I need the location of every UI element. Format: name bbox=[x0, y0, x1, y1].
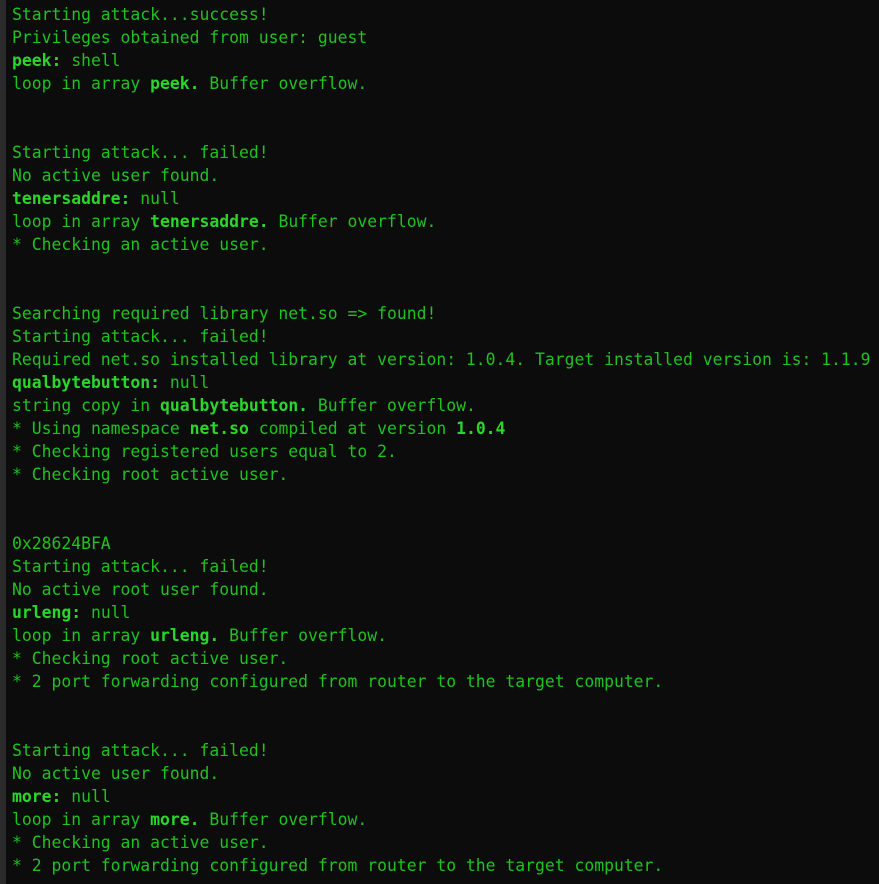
terminal-line: * Using namespace net.so compiled at ver… bbox=[12, 417, 871, 440]
highlighted-text: tenersaddre. bbox=[150, 212, 269, 231]
output-text: compiled at version bbox=[248, 419, 457, 438]
highlighted-text: 1.0.4 bbox=[456, 419, 506, 438]
output-text: * Checking an active user. bbox=[12, 235, 269, 254]
output-text: loop in array bbox=[12, 626, 151, 645]
output-text: string copy in bbox=[12, 396, 161, 415]
output-text: Privileges obtained from user: guest bbox=[12, 28, 368, 47]
terminal-line: string copy in qualbytebutton. Buffer ov… bbox=[12, 394, 871, 417]
terminal-line: Privileges obtained from user: guest bbox=[12, 26, 871, 49]
output-text: * Checking an active user. bbox=[12, 833, 269, 852]
output-text: Buffer overflow. bbox=[199, 810, 368, 829]
output-text: Buffer overflow. bbox=[308, 396, 476, 415]
output-text: loop in array bbox=[12, 212, 151, 231]
terminal-line: * Checking root active user. bbox=[12, 647, 871, 670]
output-text: Searching required library net.so => fou… bbox=[12, 304, 437, 323]
terminal-line: loop in array urleng. Buffer overflow. bbox=[12, 624, 871, 647]
terminal-line: peek: shell bbox=[12, 49, 871, 72]
terminal-gutter bbox=[0, 0, 6, 884]
terminal-line: * Checking an active user. bbox=[12, 233, 871, 256]
terminal-line: 0x28624BFA bbox=[12, 532, 871, 555]
highlighted-text: more: bbox=[12, 787, 62, 806]
highlighted-text: qualbytebutton. bbox=[160, 396, 309, 415]
terminal-line: urleng: null bbox=[12, 601, 871, 624]
terminal-output[interactable]: Starting attack...success! Privileges obt… bbox=[12, 3, 871, 877]
terminal-line: loop in array tenersaddre. Buffer overfl… bbox=[12, 210, 871, 233]
terminal-line: * Checking an active user. bbox=[12, 831, 871, 854]
highlighted-text: urleng. bbox=[150, 626, 220, 645]
terminal-line: No active user found. bbox=[12, 164, 871, 187]
output-text: No active user found. bbox=[12, 166, 220, 185]
output-text: Buffer overflow. bbox=[268, 212, 437, 231]
terminal-line: Starting attack... failed! bbox=[12, 141, 871, 164]
output-text: Starting attack... failed! bbox=[12, 557, 269, 576]
terminal-line: loop in array peek. Buffer overflow. bbox=[12, 72, 871, 95]
output-text: * Checking root active user. bbox=[12, 649, 289, 668]
output-text: Buffer overflow. bbox=[219, 626, 387, 645]
highlighted-text: more. bbox=[150, 810, 200, 829]
terminal-line: No active root user found. bbox=[12, 578, 871, 601]
highlighted-text: net.so bbox=[189, 419, 249, 438]
terminal-line: * Checking registered users equal to 2. bbox=[12, 440, 871, 463]
terminal-line: Starting attack... failed! bbox=[12, 325, 871, 348]
output-text: Required net.so installed library at ver… bbox=[12, 350, 871, 369]
highlighted-text: peek. bbox=[150, 74, 200, 93]
output-text: * 2 port forwarding configured from rout… bbox=[12, 672, 664, 691]
output-text: shell bbox=[61, 51, 121, 70]
output-text: null bbox=[130, 189, 180, 208]
output-text: null bbox=[61, 787, 111, 806]
output-text: null bbox=[81, 603, 131, 622]
terminal-line: tenersaddre: null bbox=[12, 187, 871, 210]
output-text: No active user found. bbox=[12, 764, 220, 783]
output-text: Starting attack... failed! bbox=[12, 143, 269, 162]
highlighted-text: peek: bbox=[12, 51, 62, 70]
output-text: * Checking registered users equal to 2. bbox=[12, 442, 397, 461]
terminal-line: Starting attack... failed! bbox=[12, 555, 871, 578]
terminal-line: * 2 port forwarding configured from rout… bbox=[12, 854, 871, 877]
output-text: Starting attack... failed! bbox=[12, 327, 269, 346]
terminal-line: Starting attack...success! bbox=[12, 3, 871, 26]
output-text: * 2 port forwarding configured from rout… bbox=[12, 856, 664, 875]
output-text: * Checking root active user. bbox=[12, 465, 289, 484]
terminal-line: qualbytebutton: null bbox=[12, 371, 871, 394]
terminal-line: more: null bbox=[12, 785, 871, 808]
output-text: Starting attack... failed! bbox=[12, 741, 269, 760]
output-text: No active root user found. bbox=[12, 580, 269, 599]
highlighted-text: qualbytebutton: bbox=[12, 373, 161, 392]
terminal-line: Required net.so installed library at ver… bbox=[12, 348, 871, 371]
terminal-line: * Checking root active user. bbox=[12, 463, 871, 486]
output-text: 0x28624BFA bbox=[12, 534, 111, 553]
terminal-line: loop in array more. Buffer overflow. bbox=[12, 808, 871, 831]
output-text: loop in array bbox=[12, 74, 151, 93]
output-text: Starting attack...success! bbox=[12, 5, 269, 24]
terminal-line: No active user found. bbox=[12, 762, 871, 785]
highlighted-text: urleng: bbox=[12, 603, 82, 622]
terminal-line: * 2 port forwarding configured from rout… bbox=[12, 670, 871, 693]
output-text: loop in array bbox=[12, 810, 151, 829]
terminal-line: Starting attack... failed! bbox=[12, 739, 871, 762]
output-text: null bbox=[160, 373, 210, 392]
output-text: Buffer overflow. bbox=[199, 74, 368, 93]
output-text: * Using namespace bbox=[12, 419, 190, 438]
terminal-line: Searching required library net.so => fou… bbox=[12, 302, 871, 325]
highlighted-text: tenersaddre: bbox=[12, 189, 131, 208]
